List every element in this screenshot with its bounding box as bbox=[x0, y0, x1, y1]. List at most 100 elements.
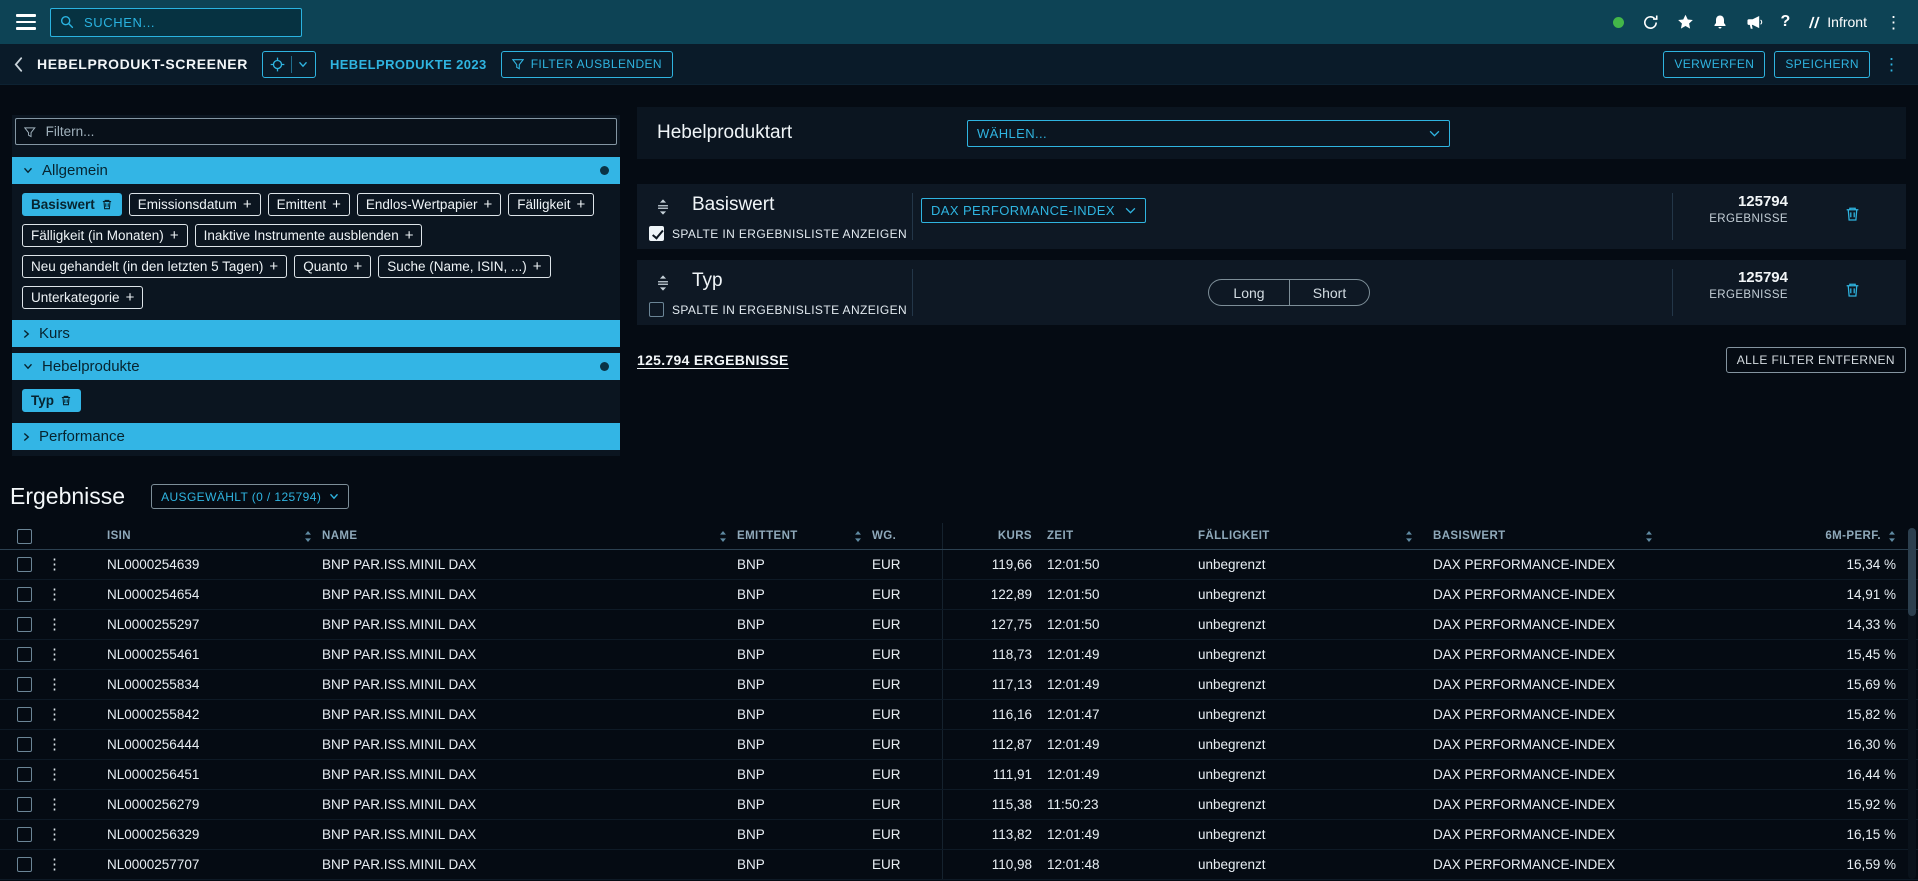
row-checkbox[interactable] bbox=[17, 827, 32, 842]
row-checkbox[interactable] bbox=[17, 617, 32, 632]
filter-chip[interactable]: Fälligkeit (in Monaten) + bbox=[22, 224, 188, 247]
select-all-checkbox[interactable] bbox=[17, 529, 32, 544]
section-header-kurs[interactable]: Kurs bbox=[12, 320, 620, 347]
remove-filter-trash-icon[interactable] bbox=[1844, 205, 1861, 223]
column-header-faelligkeit[interactable]: FÄLLIGKEIT bbox=[1182, 523, 1417, 549]
row-checkbox[interactable] bbox=[17, 737, 32, 752]
row-menu-icon[interactable]: ⋮ bbox=[47, 647, 107, 662]
table-row[interactable]: ⋮ NL0000256451 BNP PAR.ISS.MINIL DAX BNP… bbox=[0, 760, 1918, 790]
trash-icon[interactable] bbox=[101, 198, 113, 211]
favorites-star-icon[interactable] bbox=[1677, 14, 1694, 30]
cell-emittent: BNP bbox=[737, 677, 872, 692]
row-menu-icon[interactable]: ⋮ bbox=[47, 827, 107, 842]
typ-long-button[interactable]: Long bbox=[1208, 279, 1289, 306]
clear-all-filters-button[interactable]: ALLE FILTER ENTFERNEN bbox=[1726, 347, 1906, 373]
column-header-basiswert[interactable]: BASISWERT bbox=[1417, 523, 1677, 549]
column-header-emittent[interactable]: EMITTENT bbox=[737, 523, 872, 549]
hide-filters-button[interactable]: FILTER AUSBLENDEN bbox=[501, 51, 673, 78]
row-menu-icon[interactable]: ⋮ bbox=[47, 737, 107, 752]
table-row[interactable]: ⋮ NL0000255461 BNP PAR.ISS.MINIL DAX BNP… bbox=[0, 640, 1918, 670]
refresh-icon[interactable] bbox=[1642, 14, 1659, 31]
filter-chip[interactable]: Basiswert + bbox=[22, 193, 122, 216]
row-checkbox[interactable] bbox=[17, 707, 32, 722]
hamburger-menu-icon[interactable] bbox=[16, 14, 36, 30]
section-header-hebelprodukte[interactable]: Hebelprodukte bbox=[12, 353, 620, 380]
search-input[interactable] bbox=[82, 14, 292, 31]
drag-handle-icon[interactable] bbox=[654, 274, 672, 292]
total-results-link[interactable]: 125.794 ERGEBNISSE bbox=[637, 352, 789, 368]
column-header-6m-perf[interactable]: 6M-PERF. bbox=[1677, 523, 1896, 549]
row-menu-icon[interactable]: ⋮ bbox=[47, 557, 107, 572]
cell-wg: EUR bbox=[872, 797, 942, 812]
row-menu-icon[interactable]: ⋮ bbox=[47, 797, 107, 812]
row-checkbox[interactable] bbox=[17, 797, 32, 812]
section-header-allgemein[interactable]: Allgemein bbox=[12, 157, 620, 184]
table-row[interactable]: ⋮ NL0000255842 BNP PAR.ISS.MINIL DAX BNP… bbox=[0, 700, 1918, 730]
filter-chip[interactable]: Emissionsdatum + bbox=[129, 193, 261, 216]
filter-chip[interactable]: Fälligkeit + bbox=[508, 193, 594, 216]
hebelproduktart-select[interactable]: WÄHLEN... bbox=[967, 120, 1450, 147]
table-row[interactable]: ⋮ NL0000255834 BNP PAR.ISS.MINIL DAX BNP… bbox=[0, 670, 1918, 700]
filter-chip[interactable]: Quanto + bbox=[294, 255, 371, 278]
column-header-wg[interactable]: WG. bbox=[872, 523, 942, 549]
sort-icon bbox=[719, 531, 727, 542]
filter-chip[interactable]: Typ + bbox=[22, 389, 81, 412]
row-menu-icon[interactable]: ⋮ bbox=[47, 617, 107, 632]
row-checkbox[interactable] bbox=[17, 767, 32, 782]
table-row[interactable]: ⋮ NL0000254639 BNP PAR.ISS.MINIL DAX BNP… bbox=[0, 550, 1918, 580]
selected-dropdown-button[interactable]: AUSGEWÄHLT (0 / 125794) bbox=[151, 484, 349, 509]
scrollbar-thumb[interactable] bbox=[1908, 528, 1916, 616]
back-button[interactable] bbox=[14, 57, 23, 72]
chevron-down-icon bbox=[1125, 207, 1136, 214]
typ-short-button[interactable]: Short bbox=[1289, 279, 1370, 306]
row-menu-icon[interactable]: ⋮ bbox=[47, 677, 107, 692]
table-row[interactable]: ⋮ NL0000256279 BNP PAR.ISS.MINIL DAX BNP… bbox=[0, 790, 1918, 820]
row-menu-icon[interactable]: ⋮ bbox=[47, 767, 107, 782]
section-header-performance[interactable]: Performance bbox=[12, 423, 620, 450]
row-menu-icon[interactable]: ⋮ bbox=[47, 587, 107, 602]
filter-chip[interactable]: Inaktive Instrumente ausblenden + bbox=[195, 224, 423, 247]
row-checkbox[interactable] bbox=[17, 557, 32, 572]
filter-chip[interactable]: Unterkategorie + bbox=[22, 286, 143, 309]
row-menu-icon[interactable]: ⋮ bbox=[47, 857, 107, 872]
table-row[interactable]: ⋮ NL0000255297 BNP PAR.ISS.MINIL DAX BNP… bbox=[0, 610, 1918, 640]
discard-button[interactable]: VERWERFEN bbox=[1663, 51, 1765, 78]
row-checkbox[interactable] bbox=[17, 647, 32, 662]
help-icon[interactable]: ? bbox=[1781, 13, 1791, 31]
announcements-megaphone-icon[interactable] bbox=[1746, 15, 1763, 30]
filter-chip[interactable]: Endlos-Wertpapier + bbox=[357, 193, 501, 216]
save-button[interactable]: SPEICHERN bbox=[1774, 51, 1870, 78]
row-checkbox[interactable] bbox=[17, 857, 32, 872]
trash-icon[interactable] bbox=[60, 394, 72, 407]
hebelproduktart-label: Hebelproduktart bbox=[657, 122, 792, 144]
saved-screen-name[interactable]: HEBELPRODUKTE 2023 bbox=[330, 57, 487, 72]
column-header-name[interactable]: NAME bbox=[322, 523, 737, 549]
row-checkbox[interactable] bbox=[17, 587, 32, 602]
topbar-overflow-menu-icon[interactable]: ⋮ bbox=[1885, 14, 1902, 31]
filter-chip[interactable]: Neu gehandelt (in den letzten 5 Tagen) + bbox=[22, 255, 287, 278]
cell-faelligkeit: unbegrenzt bbox=[1182, 587, 1417, 602]
global-search[interactable] bbox=[50, 8, 302, 37]
toolbar-overflow-menu-icon[interactable]: ⋮ bbox=[1879, 56, 1904, 73]
column-header-kurs[interactable]: KURS bbox=[942, 523, 1032, 549]
sidebar-filter-search[interactable] bbox=[15, 118, 617, 145]
column-toggle-checkbox[interactable] bbox=[649, 226, 664, 241]
filter-chip[interactable]: Suche (Name, ISIN, ...) + bbox=[378, 255, 550, 278]
row-checkbox[interactable] bbox=[17, 677, 32, 692]
column-header-zeit[interactable]: ZEIT bbox=[1032, 523, 1182, 549]
column-toggle-checkbox[interactable] bbox=[649, 302, 664, 317]
row-menu-icon[interactable]: ⋮ bbox=[47, 707, 107, 722]
notifications-bell-icon[interactable] bbox=[1712, 14, 1728, 30]
column-header-isin[interactable]: ISIN bbox=[107, 523, 322, 549]
table-row[interactable]: ⋮ NL0000256329 BNP PAR.ISS.MINIL DAX BNP… bbox=[0, 820, 1918, 850]
sidebar-filter-input[interactable] bbox=[44, 123, 608, 140]
filter-chip[interactable]: Emittent + bbox=[268, 193, 350, 216]
basiswert-select[interactable]: DAX PERFORMANCE-INDEX bbox=[921, 198, 1146, 223]
results-scrollbar[interactable] bbox=[1908, 528, 1916, 879]
table-row[interactable]: ⋮ NL0000256444 BNP PAR.ISS.MINIL DAX BNP… bbox=[0, 730, 1918, 760]
table-row[interactable]: ⋮ NL0000257707 BNP PAR.ISS.MINIL DAX BNP… bbox=[0, 850, 1918, 880]
drag-handle-icon[interactable] bbox=[654, 198, 672, 216]
window-link-button[interactable] bbox=[262, 51, 316, 78]
remove-filter-trash-icon[interactable] bbox=[1844, 281, 1861, 299]
table-row[interactable]: ⋮ NL0000254654 BNP PAR.ISS.MINIL DAX BNP… bbox=[0, 580, 1918, 610]
